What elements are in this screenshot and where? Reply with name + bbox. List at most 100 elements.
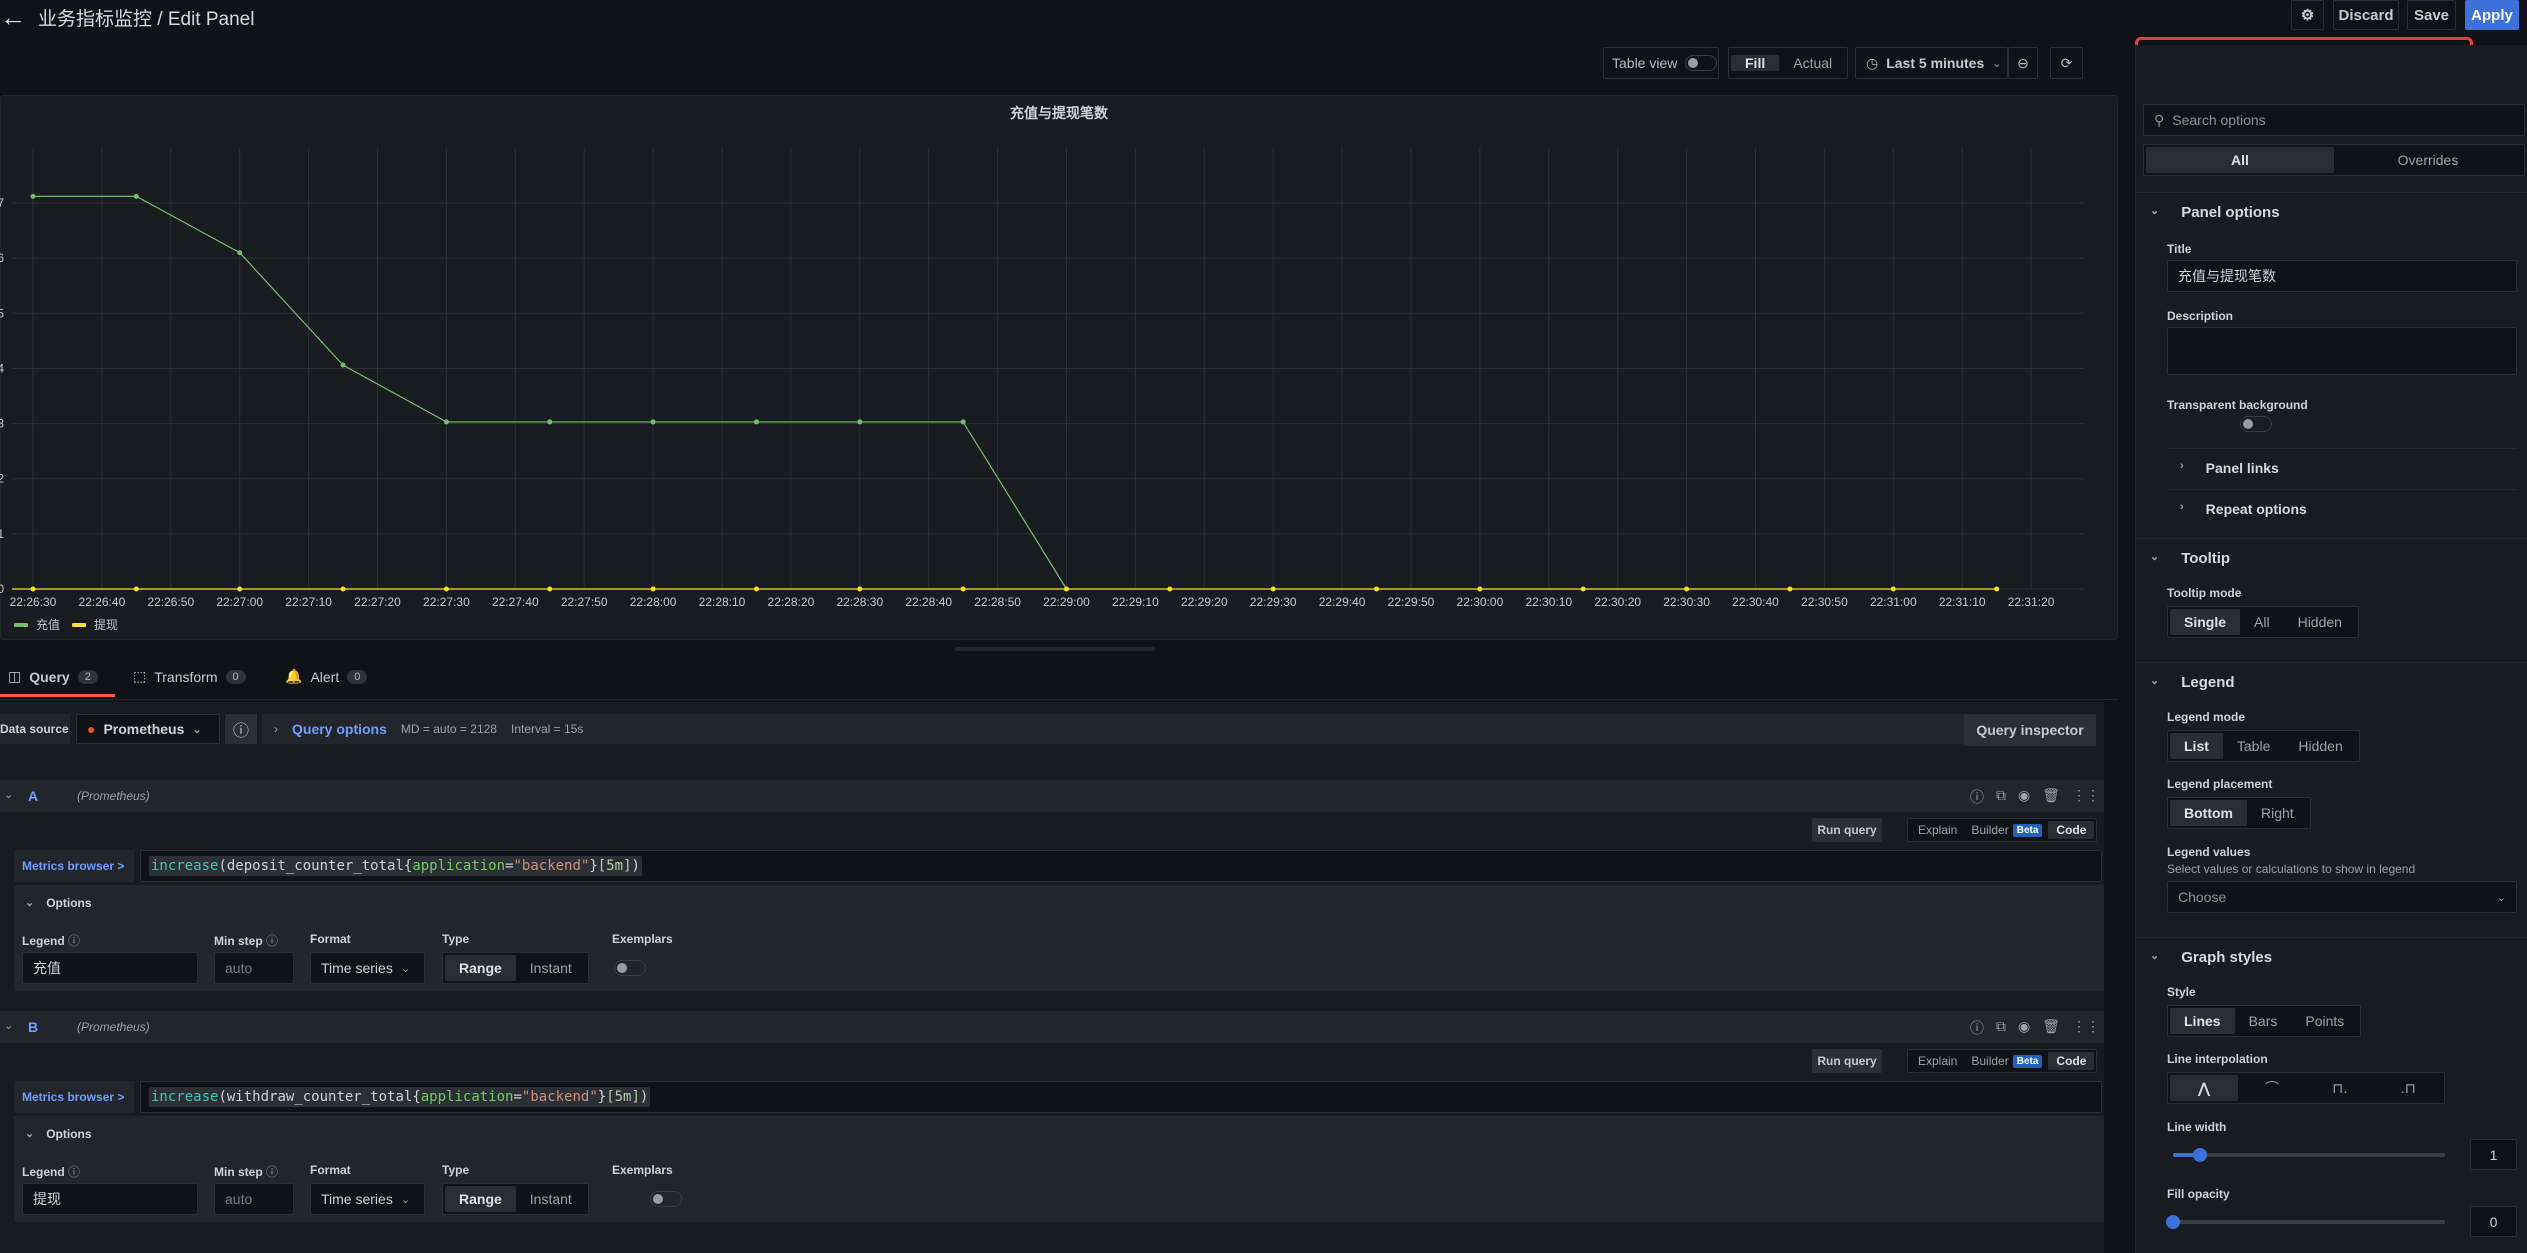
legend-input[interactable]: 提现 [22,1183,198,1215]
min-step-input[interactable]: auto [214,1183,294,1215]
tooltip-hidden[interactable]: Hidden [2284,609,2356,635]
legend-list[interactable]: List [2170,733,2223,759]
resize-handle[interactable] [955,647,1155,651]
interp-smooth-icon[interactable]: ⌒ [2238,1075,2306,1101]
data-point [237,250,243,256]
table-view-switch[interactable] [1685,55,1718,71]
type-instant[interactable]: Instant [516,1186,586,1212]
settings-button[interactable]: ⚙ [2291,0,2324,30]
run-query-button[interactable]: Run query [1812,1049,1882,1073]
tab-overrides[interactable]: Overrides [2334,147,2522,173]
collapse-query-icon[interactable]: ⌄ [4,788,13,801]
mode-builder[interactable]: Builder Beta [1965,821,2048,839]
query-expression-input[interactable]: increase(deposit_counter_total{applicati… [140,850,2102,882]
format-select[interactable]: Time series ⌄ [310,1183,425,1215]
x-tick-label: 22:28:00 [630,595,677,609]
line-width-input[interactable]: 1 [2470,1139,2517,1170]
metrics-browser-button[interactable]: Metrics browser > [14,850,134,882]
actual-option[interactable]: Actual [1779,55,1846,71]
refresh-button[interactable]: ⟳ [2050,47,2083,79]
search-options-input[interactable]: ⚲ Search options [2143,104,2525,136]
interp-step-before-icon[interactable]: ⊓․ [2306,1075,2374,1101]
type-instant[interactable]: Instant [516,955,586,981]
mode-explain[interactable]: Explain [1910,1052,1965,1070]
drag-handle-icon[interactable]: ⋮⋮ [2072,1018,2100,1038]
exemplars-toggle[interactable] [614,960,646,976]
legend-input[interactable]: 充值 [22,952,198,984]
help-icon[interactable]: ⓘ [1970,1018,1984,1038]
options-toggle[interactable]: ⌄ Options [25,896,92,910]
style-lines[interactable]: Lines [2170,1008,2235,1034]
legend-hidden[interactable]: Hidden [2284,733,2356,759]
tooltip-all[interactable]: All [2240,609,2284,635]
section-panel-links[interactable]: › Panel links [2180,460,2279,476]
mode-code[interactable]: Code [2048,821,2095,839]
interp-linear-icon[interactable]: ⋀ [2170,1075,2238,1101]
duplicate-icon[interactable]: ⧉ [1996,787,2006,807]
collapse-query-icon[interactable]: ⌄ [4,1019,13,1032]
section-tooltip[interactable]: ⌄ Tooltip [2150,550,2230,567]
section-graph-styles[interactable]: ⌄ Graph styles [2150,949,2272,966]
tab-all[interactable]: All [2146,147,2334,173]
eye-icon[interactable]: ◉ [2018,787,2030,807]
tab-alert[interactable]: 🔔 Alert 0 [285,668,368,685]
query-options-link[interactable]: Query options [292,721,387,737]
style-bars[interactable]: Bars [2235,1008,2292,1034]
slider-handle[interactable] [2166,1215,2180,1229]
query-ref[interactable]: A [28,788,38,804]
time-range-picker[interactable]: ◷ Last 5 minutes ⌄ [1855,47,2008,79]
time-series-chart[interactable]: 0 1 2 3 4 5 6 7 22:26:30 22:26:40 22:26:50 22:27:0… [0,140,2110,640]
section-legend[interactable]: ⌄ Legend [2150,674,2235,691]
line-width-slider[interactable] [2173,1148,2445,1162]
tab-query[interactable]: ◫ Query 2 [8,668,98,685]
fill-option[interactable]: Fill [1731,55,1780,71]
discard-button[interactable]: Discard [2333,0,2399,30]
type-range[interactable]: Range [445,1186,516,1212]
legend-right[interactable]: Right [2247,800,2308,826]
legend-table[interactable]: Table [2223,733,2284,759]
type-range[interactable]: Range [445,955,516,981]
legend-values-select[interactable]: Choose ⌄ [2167,881,2517,913]
legend-bottom[interactable]: Bottom [2170,800,2247,826]
description-textarea[interactable] [2167,327,2517,375]
mode-explain[interactable]: Explain [1910,821,1965,839]
options-toggle[interactable]: ⌄ Options [25,1127,92,1141]
trash-icon[interactable]: 🗑 [2042,787,2060,807]
table-view-toggle[interactable]: Table view [1603,47,1719,79]
back-arrow-icon[interactable]: ← [0,2,26,33]
tooltip-single[interactable]: Single [2170,609,2241,635]
drag-handle-icon[interactable]: ⋮⋮ [2072,787,2100,807]
query-ref[interactable]: B [28,1019,38,1035]
mode-code[interactable]: Code [2048,1052,2095,1070]
expr-range: [5m] [597,858,632,874]
exemplars-toggle[interactable] [650,1191,683,1207]
interp-step-after-icon[interactable]: ․⊓ [2374,1075,2442,1101]
fill-opacity-slider[interactable] [2166,1215,2445,1229]
section-repeat-options[interactable]: › Repeat options [2180,501,2307,517]
fill-opacity-input[interactable]: 0 [2470,1206,2517,1237]
data-point [960,586,966,592]
run-query-button[interactable]: Run query [1812,818,1882,842]
tab-transform[interactable]: ⬚ Transform 0 [133,668,246,685]
trash-icon[interactable]: 🗑 [2042,1018,2060,1038]
query-options-bar[interactable]: › Query options MD = auto = 2128 Interva… [262,714,2022,744]
datasource-picker[interactable]: ● Prometheus ⌄ [76,714,220,744]
style-points[interactable]: Points [2291,1008,2358,1034]
eye-icon[interactable]: ◉ [2018,1018,2030,1038]
metrics-browser-button[interactable]: Metrics browser > [14,1081,134,1113]
save-button[interactable]: Save [2407,0,2456,30]
help-icon[interactable]: ⓘ [1970,787,1984,807]
min-step-input[interactable]: auto [214,952,294,984]
datasource-help-button[interactable]: ⓘ [225,714,257,744]
duplicate-icon[interactable]: ⧉ [1996,1018,2006,1038]
query-expression-input[interactable]: increase(withdraw_counter_total{applicat… [140,1081,2102,1113]
zoom-out-button[interactable]: ⊖ [2008,47,2038,79]
query-inspector-button[interactable]: Query inspector [1964,714,2096,746]
apply-button[interactable]: Apply [2465,0,2519,30]
section-panel-options[interactable]: ⌄ Panel options [2150,204,2280,221]
options-tabs: All Overrides [2143,144,2525,176]
mode-builder[interactable]: Builder Beta [1965,1052,2048,1070]
title-input[interactable]: 充值与提现笔数 [2167,260,2517,292]
format-select[interactable]: Time series ⌄ [310,952,425,984]
transparent-toggle[interactable] [2239,416,2272,432]
